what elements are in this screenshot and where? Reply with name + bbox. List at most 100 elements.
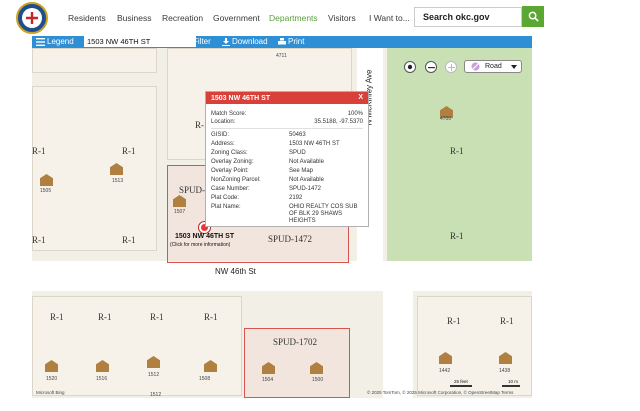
address-number: 4711 [276, 53, 287, 59]
locate-me-button[interactable] [404, 61, 416, 73]
address-number: 1438 [499, 368, 511, 374]
address-number: 1516 [96, 376, 108, 382]
caret-down-icon [511, 64, 517, 69]
site-header: Residents Business Recreation Government… [0, 0, 640, 36]
address-number: 1442 [439, 368, 451, 374]
filter-button[interactable]: Filter [183, 37, 211, 46]
address-number: 1508 [199, 376, 211, 382]
nav-recreation[interactable]: Recreation [162, 13, 203, 23]
zone-label: R-1 [98, 312, 112, 322]
legend-button[interactable]: Legend [36, 37, 74, 46]
site-search-input[interactable]: Search okc.gov [414, 7, 522, 27]
nav-business[interactable]: Business [117, 13, 152, 23]
target-icon [407, 64, 413, 70]
gisid-value: 50463 [289, 132, 306, 138]
zone-label-spud-1472: SPUD-1472 [268, 234, 313, 244]
site-search-button[interactable] [522, 6, 544, 27]
zone-label: R-1 [122, 146, 136, 156]
popup-divider [211, 128, 363, 129]
plat-name-label: Plat Name: [211, 204, 241, 210]
address-label: Address: [211, 141, 235, 147]
zone-label: R-1 [450, 146, 464, 156]
download-icon [222, 37, 230, 46]
address-number: 1504 [262, 377, 274, 383]
popup-title: 1503 NW 46TH ST [211, 95, 271, 102]
parcel [32, 48, 157, 73]
overlay-point-value[interactable]: See Map [289, 168, 313, 174]
scale-label-m: 10 m [508, 379, 519, 384]
search-icon [168, 37, 176, 45]
address-number: 1505 [40, 188, 52, 194]
bing-logo: Microsoft Bing [36, 390, 65, 395]
plat-code-label: Plat Code: [211, 195, 240, 201]
case-number-value: SPUD-1472 [289, 186, 322, 192]
parcel [32, 296, 242, 396]
legend-label: Legend [47, 37, 74, 46]
print-label: Print [288, 37, 305, 46]
scale-bar-m [502, 385, 520, 387]
city-seal-logo[interactable] [16, 2, 48, 34]
print-button[interactable]: Print [278, 37, 304, 46]
nav-residents[interactable]: Residents [68, 13, 106, 23]
download-label: Download [232, 37, 268, 46]
zoning-class-label: Zoning Class: [211, 150, 248, 156]
scale-bar-ft [450, 385, 472, 387]
scale-label-ft: 25 feet [454, 379, 468, 384]
address-search-input[interactable]: 1503 NW 46TH ST [84, 36, 196, 47]
address-number: 4700 [440, 116, 452, 122]
filter-label: Filter [193, 37, 211, 46]
zone-label: R-1 [32, 146, 46, 156]
pin-sublabel[interactable]: (Click for more information) [170, 242, 230, 248]
nav-i-want-to[interactable]: I Want to... [369, 13, 410, 23]
address-search-button[interactable] [168, 37, 176, 45]
search-icon [528, 11, 539, 22]
match-score-value: 100% [347, 111, 363, 117]
close-icon[interactable]: X [358, 94, 363, 101]
parcel [32, 86, 157, 251]
nonzoning-parcel-label: NonZoning Parcel: [211, 177, 261, 183]
zoom-out-button[interactable] [425, 61, 437, 73]
road-mckinley-south [383, 291, 413, 398]
pin-label[interactable]: 1503 NW 46TH ST [175, 233, 234, 240]
zone-label: R-1 [204, 312, 218, 322]
zone-label: R-1 [500, 316, 514, 326]
address-number: 1512 [148, 372, 160, 378]
nav-visitors[interactable]: Visitors [328, 13, 356, 23]
nonzoning-parcel-value: Not Available [289, 177, 324, 183]
address-number: 1520 [46, 376, 58, 382]
zoom-in-button[interactable] [445, 61, 457, 73]
zone-label: R-1 [50, 312, 64, 322]
zone-label: R-1 [32, 235, 46, 245]
filter-icon [183, 37, 191, 46]
plus-icon [447, 63, 455, 71]
popup-header: 1503 NW 46TH ST X [206, 92, 368, 104]
location-label: Location: [211, 119, 236, 125]
address-number: 1512 [150, 392, 162, 398]
download-button[interactable]: Download [222, 37, 268, 46]
zone-label: R-1 [447, 316, 461, 326]
overlay-point-label: Overlay Point: [211, 168, 249, 174]
address-number: 1513 [112, 178, 124, 184]
address-number: 1507 [174, 209, 186, 215]
basemap-label: Road [485, 63, 502, 70]
parcel-info-popup: 1503 NW 46TH ST X Match Score: 100% Loca… [205, 91, 369, 227]
plat-name-value: OHIO REALTY COS SUB OF BLK 29 SHAWS HEIG… [289, 204, 358, 224]
overlay-zoning-label: Overlay Zoning: [211, 159, 254, 165]
zone-label-spud-1702: SPUD-1702 [273, 337, 318, 347]
road-nw-46th [32, 261, 532, 291]
zone-label: R-1 [450, 231, 464, 241]
map-attribution[interactable]: © 2025 TomTom, © 2025 Microsoft Corporat… [367, 390, 513, 395]
zone-label: SPUD- [179, 185, 206, 195]
plat-code-value: 2192 [289, 195, 303, 201]
basemap-select[interactable]: Road [464, 60, 522, 73]
case-number-label: Case Number: [211, 186, 250, 192]
print-icon [278, 37, 286, 44]
menu-icon [36, 37, 45, 46]
road-map-icon [471, 62, 480, 71]
overlay-zoning-value: Not Available [289, 159, 324, 165]
address-value: 1503 NW 46TH ST [289, 141, 340, 147]
zone-label: R-1 [150, 312, 164, 322]
zone-label: R-1 [122, 235, 136, 245]
nav-government[interactable]: Government [213, 13, 260, 23]
nav-departments[interactable]: Departments [269, 13, 318, 23]
